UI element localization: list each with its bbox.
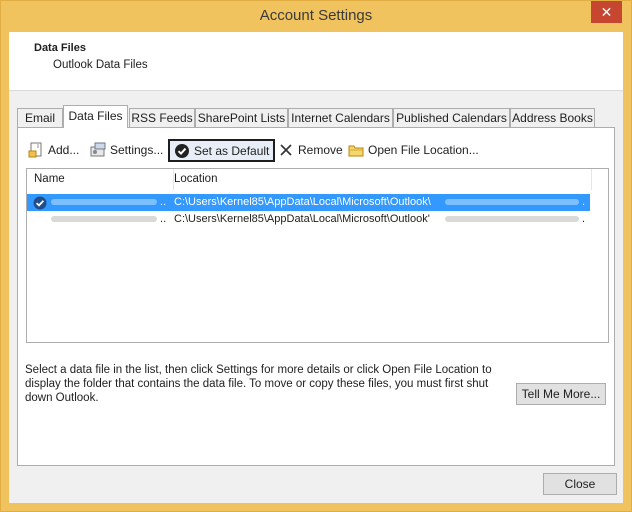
remove-x-icon [278, 142, 294, 158]
remove-button-label: Remove [298, 143, 343, 157]
tab-internet-calendars[interactable]: Internet Calendars [288, 108, 393, 127]
add-file-icon [28, 142, 44, 158]
row-location: C:\Users\Kernel85\AppData\Local\Microsof… [174, 196, 431, 208]
settings-icon [90, 142, 106, 158]
tell-me-more-button[interactable]: Tell Me More... [516, 383, 606, 405]
folder-icon [348, 142, 364, 158]
row-location-redacted: . [445, 194, 585, 211]
redacted-location-bar [445, 216, 579, 223]
row-location-redacted: . [445, 211, 585, 228]
tab-address-books[interactable]: Address Books [510, 108, 595, 127]
redacted-name-bar [51, 216, 157, 223]
open-file-location-button[interactable]: Open File Location... [348, 140, 479, 160]
tab-published-calendars[interactable]: Published Calendars [393, 108, 510, 127]
remove-button[interactable]: Remove [278, 140, 343, 160]
window-title: Account Settings [259, 7, 373, 24]
section-title: Data Files [34, 42, 86, 54]
settings-button[interactable]: Settings... [90, 140, 163, 160]
row-name-redacted: .. [51, 211, 167, 228]
account-settings-window: Account Settings ✕ Data Files Outlook Da… [0, 0, 632, 512]
open-file-location-label: Open File Location... [368, 143, 479, 157]
data-files-tab-page: Add... Settings... Set as Default Remove [17, 127, 615, 466]
table-row[interactable]: .. C:\Users\Kernel85\AppData\Local\Micro… [27, 194, 590, 211]
tab-email[interactable]: Email [17, 108, 63, 127]
settings-button-label: Settings... [110, 143, 164, 157]
window-close-button[interactable]: ✕ [591, 1, 622, 23]
tab-rss-feeds[interactable]: RSS Feeds [129, 108, 195, 127]
redacted-name-bar [51, 199, 157, 206]
tab-sharepoint-lists[interactable]: SharePoint Lists [195, 108, 288, 127]
dialog-client-area: Data Files Outlook Data Files Email Data… [9, 32, 623, 503]
set-as-default-button[interactable]: Set as Default [168, 139, 276, 162]
title-bar[interactable]: Account Settings ✕ [1, 1, 631, 32]
column-header-location-label: Location [174, 173, 218, 185]
row-location: C:\Users\Kernel85\AppData\Local\Microsof… [174, 213, 430, 225]
close-button[interactable]: Close [543, 473, 617, 495]
column-header-name[interactable]: Name [27, 169, 174, 190]
data-files-list[interactable]: Name Location .. C:\Users\Kernel85\AppDa… [26, 168, 609, 343]
section-subtitle: Outlook Data Files [53, 59, 148, 71]
help-description: Select a data file in the list, then cli… [25, 364, 492, 404]
checkmark-circle-icon [174, 143, 190, 159]
row-name-redacted: .. [51, 194, 167, 211]
add-button[interactable]: Add... [28, 140, 79, 160]
header-panel: Data Files Outlook Data Files [9, 32, 623, 91]
redacted-location-bar [445, 199, 579, 206]
set-as-default-label: Set as Default [194, 143, 270, 158]
tab-data-files[interactable]: Data Files [63, 105, 128, 128]
add-button-label: Add... [48, 143, 80, 157]
column-header-location[interactable]: Location [174, 169, 592, 190]
default-file-icon [33, 194, 49, 211]
table-row[interactable]: .. C:\Users\Kernel85\AppData\Local\Micro… [27, 211, 590, 228]
